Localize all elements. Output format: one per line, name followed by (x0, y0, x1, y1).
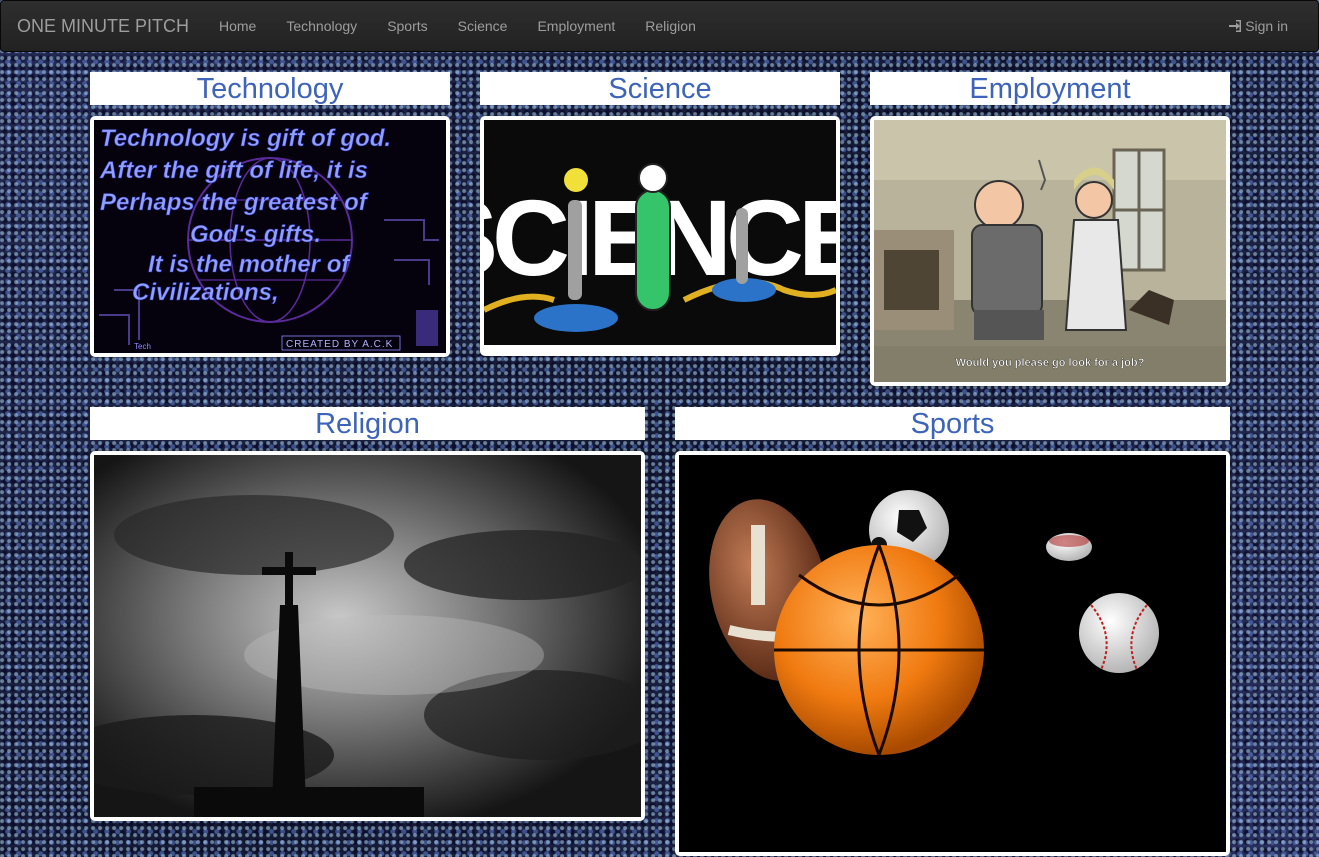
tech-line-3: Perhaps the greatest of (100, 189, 369, 216)
employment-subtitle: Would you please go look for a job? (956, 357, 1145, 369)
religion-panel: Religion (90, 407, 645, 821)
religion-image[interactable] (90, 451, 645, 821)
nav-item-technology[interactable]: Technology (271, 1, 372, 51)
sign-in-link[interactable]: Sign in (1228, 1, 1288, 51)
science-title[interactable]: Science (480, 72, 840, 105)
tech-line-6: Civilizations, (132, 279, 279, 306)
technology-panel: Technology Technology is gift of god. Af… (90, 72, 450, 357)
nav-item-employment[interactable]: Employment (522, 1, 630, 51)
top-navbar: ONE MINUTE PITCH Home Technology Sports … (0, 0, 1319, 52)
employment-title[interactable]: Employment (870, 72, 1230, 105)
nav-item-science[interactable]: Science (443, 1, 523, 51)
sports-image[interactable] (675, 451, 1230, 856)
sign-in-icon (1229, 20, 1242, 32)
nav-item-sports[interactable]: Sports (372, 1, 442, 51)
sports-panel: Sports (675, 407, 1230, 856)
tech-tag: Tech (134, 342, 151, 351)
tech-line-5: It is the mother of (148, 251, 351, 278)
nav-menu: Home Technology Sports Science Employmen… (204, 1, 711, 51)
tech-line-4: God's gifts. (190, 221, 321, 248)
sports-title[interactable]: Sports (675, 407, 1230, 440)
tech-line-1: Technology is gift of god. (100, 125, 391, 152)
nav-item-religion[interactable]: Religion (630, 1, 711, 51)
tech-credit: CREATED BY A.C.K (286, 339, 393, 350)
technology-title[interactable]: Technology (90, 72, 450, 105)
science-image[interactable]: SCIENCE! (480, 116, 840, 356)
employment-image[interactable]: Would you please go look for a job? (870, 116, 1230, 386)
nav-item-home[interactable]: Home (204, 1, 271, 51)
technology-image[interactable]: Technology is gift of god. After the gif… (90, 116, 450, 357)
employment-panel: Employment Would you please go look for … (870, 72, 1230, 386)
tech-line-2: After the gift of life, it is (99, 157, 368, 184)
science-panel: Science SCIENCE! (480, 72, 840, 356)
sign-in-label: Sign in (1245, 18, 1288, 34)
brand-logo[interactable]: ONE MINUTE PITCH (17, 16, 189, 37)
religion-title[interactable]: Religion (90, 407, 645, 440)
